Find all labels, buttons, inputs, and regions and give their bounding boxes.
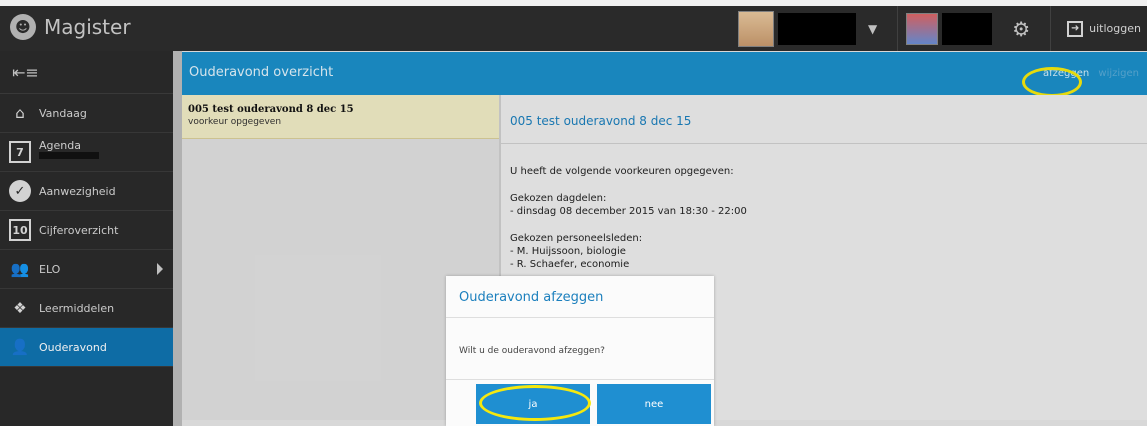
dialog-title: Ouderavond afzeggen — [446, 276, 714, 318]
dialog-message: Wilt u de ouderavond afzeggen? — [446, 318, 714, 380]
highlight-ring-yes — [479, 385, 591, 421]
no-button[interactable]: nee — [597, 384, 711, 424]
